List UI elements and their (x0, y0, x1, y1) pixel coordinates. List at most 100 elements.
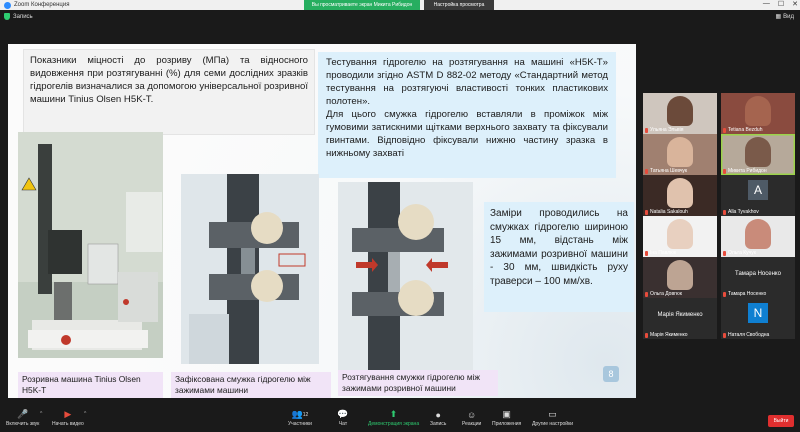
participant-video (667, 96, 693, 126)
start-video-button[interactable]: ▶ Начать видео (52, 409, 84, 427)
reactions-button[interactable]: ☺ Реакции (462, 409, 482, 428)
apps-label: Приложения (492, 421, 522, 427)
clamped-strip-photo (181, 174, 319, 364)
chat-label: Чат (338, 421, 348, 427)
participant-name-tag: Микита Рибидон (723, 168, 767, 174)
participants-icon: 👥 12 (291, 409, 309, 419)
participant-video (667, 137, 693, 167)
video-options-caret[interactable]: ^ (84, 411, 86, 417)
reactions-label: Реакции (462, 421, 482, 427)
participant-name-tag: Ольга Довгюк (645, 291, 682, 297)
share-screen-icon: ⬆ (389, 409, 398, 419)
microphone-muted-icon: 🎤 (17, 409, 29, 419)
participant-name-tag: Іна Павлюк (645, 250, 676, 256)
muted-mic-icon (723, 332, 726, 338)
participant-tile[interactable]: Марія Якименко Марія Якименко (643, 298, 717, 339)
participant-tile[interactable]: A Alla Tyvakhov (721, 175, 795, 216)
record-icon: ● (435, 409, 441, 420)
participant-tile[interactable]: Ульяна Эльвія (643, 93, 717, 134)
participants-label: Участники (288, 421, 312, 427)
participant-tile[interactable]: N Наталя Свободна (721, 298, 795, 339)
muted-mic-icon (723, 250, 726, 256)
participant-video (745, 219, 771, 249)
reactions-icon: ☺ (467, 409, 477, 420)
participant-display-name: Марія Якименко (657, 312, 703, 318)
view-button[interactable]: ▦ Вид (775, 13, 794, 21)
participant-tile[interactable]: Тамара Носенко Тамара Носенко (721, 257, 795, 298)
maximize-icon[interactable]: ☐ (778, 0, 784, 8)
apps-icon: ▣ (502, 409, 511, 419)
avatar: A (748, 180, 768, 200)
participant-name: Ульяна Эльвія (650, 127, 684, 133)
apps-button[interactable]: ▣ Приложения (492, 409, 522, 427)
participant-video (745, 96, 771, 126)
participant-tile[interactable]: Tetiana Bezduh (721, 93, 795, 134)
muted-mic-icon (645, 250, 648, 256)
participant-name-tag: Natalia Sakalouh (645, 209, 688, 215)
more-icon: ▭ (548, 409, 557, 419)
strength-text-box: Показники міцності до розриву (МПа) та в… (24, 50, 314, 134)
muted-mic-icon (723, 291, 726, 297)
camera-off-icon: ▶ (64, 409, 72, 419)
tensile-machine-photo (18, 132, 163, 358)
test-method-box: Тестування гідрогелю на розтягування на … (318, 52, 616, 178)
view-label: Вид (783, 13, 794, 20)
audio-options-caret[interactable]: ^ (40, 411, 42, 417)
caption-stretching-strip: Розтягування смужки гідрогелю між зажима… (338, 370, 498, 396)
participant-name: Микита Рибидон (728, 168, 767, 174)
view-options-button[interactable]: Настройка просмотра (424, 0, 494, 10)
record-button[interactable]: ● Запись (430, 409, 447, 428)
caption-clamped-strip: Зафіксована смужка гідрогелю між зажимам… (171, 372, 331, 398)
page-number-badge: 8 (603, 366, 619, 382)
test-method-paragraph-2: Для цього смужка гідрогелю вставляли в п… (326, 108, 608, 159)
measurement-box: Заміри проводились на смужках гідрогелю … (484, 202, 634, 312)
window-controls: — ☐ ✕ (763, 0, 798, 8)
participant-tile[interactable]: Natalia Sakalouh (643, 175, 717, 216)
participant-tile[interactable]: Ольга Кучук (721, 216, 795, 257)
participant-name-tag: Татьяна Шевчук (645, 168, 687, 174)
participants-count: 12 (302, 411, 309, 418)
participant-name-tag: Наталя Свободна (723, 332, 769, 338)
record-label: Запись (430, 421, 447, 427)
participant-tile[interactable]: Іна Павлюк (643, 216, 717, 257)
participants-button[interactable]: 👥 12 Участники (288, 409, 312, 427)
participant-tile[interactable]: Ольга Довгюк (643, 257, 717, 298)
meeting-topbar (0, 10, 800, 24)
test-method-paragraph-1: Тестування гідрогелю на розтягування на … (326, 57, 608, 107)
participant-name-tag: Alla Tyvakhov (723, 209, 759, 215)
participant-video (667, 178, 693, 208)
participant-name: Natalia Sakalouh (650, 209, 688, 215)
chat-button[interactable]: 💬 Чат (337, 409, 348, 427)
window-title: Zoom Конференция (14, 2, 70, 8)
leave-meeting-button[interactable]: Выйти (768, 415, 794, 427)
muted-mic-icon (645, 332, 648, 338)
share-screen-button[interactable]: ⬆ Демонстрация экрана (368, 409, 420, 427)
more-button[interactable]: ▭ Другие настройки (532, 409, 574, 427)
participant-name-tag: Марія Якименко (645, 332, 688, 338)
muted-mic-icon (645, 209, 648, 215)
more-label: Другие настройки (532, 421, 574, 427)
muted-mic-icon (645, 291, 648, 297)
participant-tile[interactable]: Татьяна Шевчук (643, 134, 717, 175)
participant-name-tag: Tetiana Bezduh (723, 127, 762, 133)
share-banner: Вы просматриваете экран Микита Рибидон (304, 0, 420, 10)
participant-video (745, 137, 771, 167)
participant-display-name: Тамара Носенко (735, 271, 781, 277)
participant-name: Tetiana Bezduh (728, 127, 763, 133)
recording-label: Запись (13, 13, 33, 20)
participant-tile[interactable]: Микита Рибидон (721, 134, 795, 175)
close-icon[interactable]: ✕ (792, 0, 798, 8)
participant-name: Alla Tyvakhov (728, 209, 759, 215)
mute-button[interactable]: 🎤 Включить звук (6, 409, 39, 427)
stretching-strip-photo (338, 182, 473, 372)
participant-video (667, 260, 693, 290)
share-screen-label: Демонстрация экрана (368, 421, 420, 427)
minimize-icon[interactable]: — (763, 0, 770, 8)
participant-name: Марія Якименко (650, 332, 688, 338)
participant-name: Ольга Довгюк (650, 291, 682, 297)
recording-indicator[interactable]: Запись (4, 13, 33, 20)
participant-name-tag: Тамара Носенко (723, 291, 766, 297)
muted-mic-icon (723, 168, 726, 174)
muted-mic-icon (645, 168, 648, 174)
meeting-toolbar: 🎤 Включить звук ^ ▶ Начать видео ^ 👥 12 У… (0, 406, 800, 432)
